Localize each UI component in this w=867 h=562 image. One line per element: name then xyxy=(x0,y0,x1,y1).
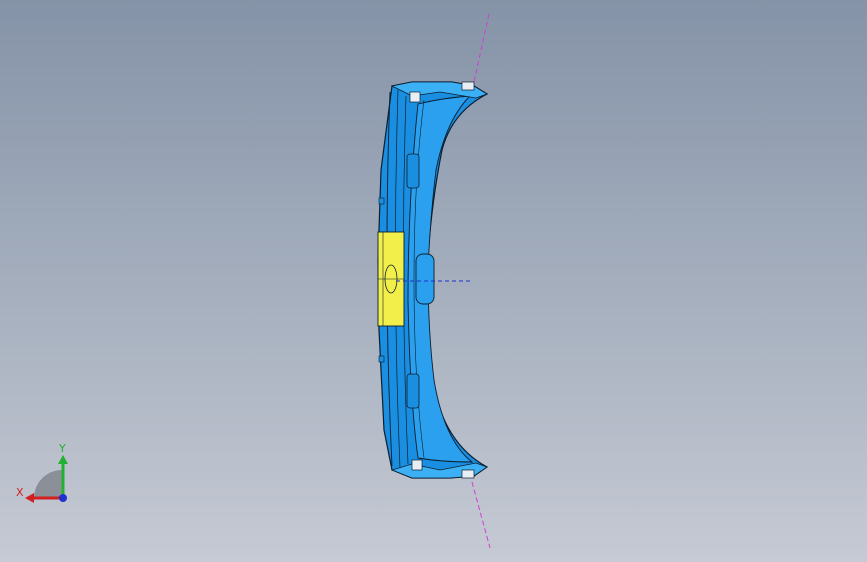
construction-line-bottom xyxy=(471,481,491,549)
top-bracket-left xyxy=(409,91,421,103)
triad-plane-icon xyxy=(34,470,62,498)
bottom-bracket-left xyxy=(411,459,423,471)
tab-2 xyxy=(378,355,385,363)
center-boss xyxy=(415,253,435,305)
bottom-bracket-right xyxy=(461,469,475,479)
lower-slot xyxy=(406,373,420,409)
z-axis-dot xyxy=(59,494,67,502)
y-axis-label: Y xyxy=(59,442,66,455)
model-scene[interactable] xyxy=(0,0,867,562)
upper-slot xyxy=(406,153,420,189)
construction-line-top xyxy=(473,13,490,83)
bumper-part[interactable] xyxy=(377,81,489,479)
y-axis-arrowhead xyxy=(58,455,68,464)
x-axis-label: X xyxy=(16,486,24,499)
graphics-viewport[interactable]: X Y xyxy=(0,0,867,562)
tab-1 xyxy=(378,197,385,205)
coordinate-triad: X Y xyxy=(10,440,80,510)
x-axis-arrowhead xyxy=(25,493,34,503)
top-bracket-right xyxy=(461,81,475,91)
